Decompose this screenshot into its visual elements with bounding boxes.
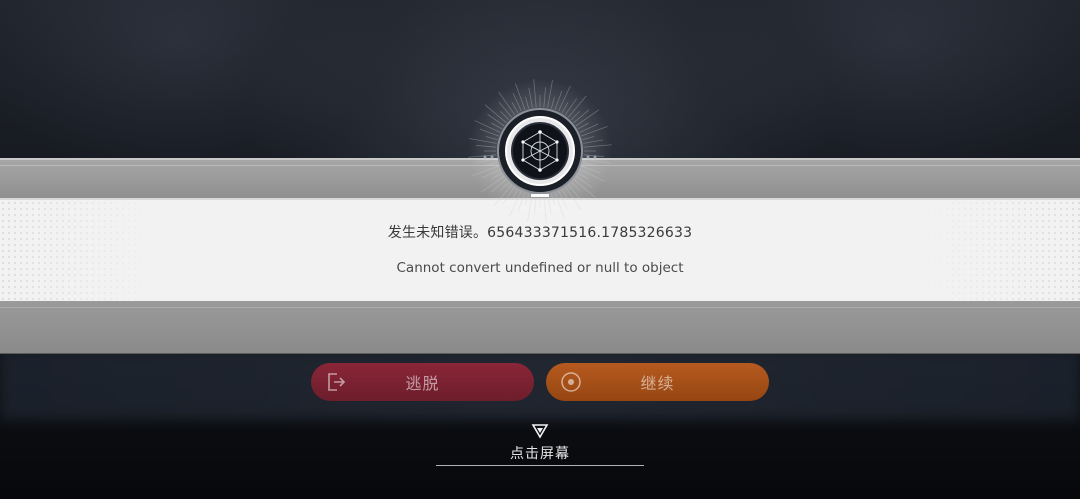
error-detail: Cannot convert undefined or null to obje…	[396, 260, 684, 276]
tap-underline	[436, 465, 644, 466]
constellation-emblem-icon	[465, 76, 615, 226]
panel-dot-pattern-right	[920, 200, 1080, 303]
tap-screen-label: 点击屏幕	[510, 446, 570, 462]
panel-dot-pattern-left	[0, 200, 160, 303]
band-divider	[0, 307, 1080, 308]
continue-button-label: 继续	[640, 374, 675, 393]
continue-button[interactable]: 继续	[546, 363, 769, 401]
escape-button-label: 逃脱	[405, 374, 440, 393]
target-circle-icon	[561, 372, 581, 392]
exit-door-icon	[328, 373, 346, 391]
game-screen[interactable]: 发生未知错误。656433371516.1785326633 Cannot co…	[0, 0, 1080, 499]
tap-screen-prompt[interactable]: 点击屏幕	[436, 423, 644, 469]
background-streak	[0, 350, 1080, 420]
dialog-bottom-band	[0, 301, 1080, 354]
down-triangle-icon	[531, 424, 549, 439]
escape-button[interactable]: 逃脱	[311, 363, 534, 401]
